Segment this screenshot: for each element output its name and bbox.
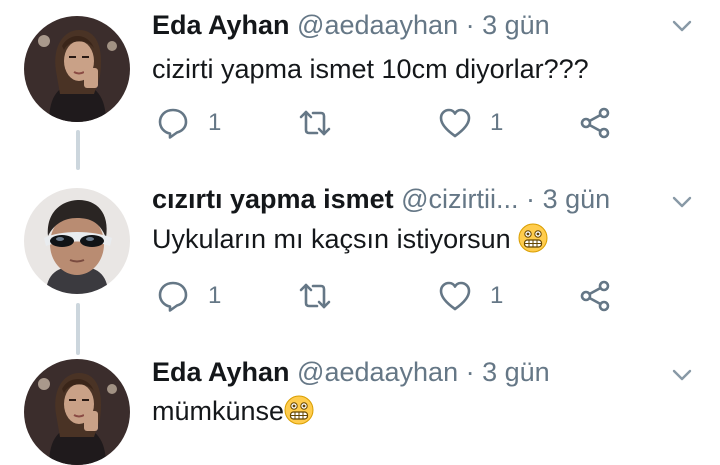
user-handle[interactable]: @aedaayhan	[297, 357, 458, 387]
user-handle[interactable]: @aedaayhan	[297, 10, 458, 40]
reply-icon	[156, 106, 190, 140]
tweet[interactable]: Eda Ayhan @aedaayhan · 3 gün cizirti yap…	[0, 0, 720, 170]
tweet-actions: 1 1	[152, 103, 672, 143]
retweet-icon	[298, 279, 332, 313]
tweet-text-content: Uykuların mı kaçsın istiyorsun	[152, 224, 511, 254]
timestamp[interactable]: 3 gün	[482, 10, 550, 40]
share-icon	[578, 106, 612, 140]
tweet-text: mümkünse	[152, 394, 314, 428]
chevron-down-icon[interactable]	[670, 14, 694, 38]
retweet-button[interactable]	[298, 276, 332, 316]
reply-button[interactable]: 1	[156, 103, 221, 143]
display-name[interactable]: Eda Ayhan	[152, 357, 290, 387]
woman-selfie-avatar	[24, 359, 130, 465]
share-button[interactable]	[578, 103, 612, 143]
reply-count: 1	[208, 282, 222, 309]
separator-dot: ·	[526, 184, 536, 214]
avatar[interactable]	[24, 16, 130, 122]
user-handle[interactable]: @cizirtii...	[401, 184, 518, 214]
retweet-button[interactable]	[298, 103, 332, 143]
share-icon	[578, 279, 612, 313]
boy-sunglasses-avatar	[24, 188, 130, 294]
tweet[interactable]: Eda Ayhan @aedaayhan · 3 gün mümkünse	[0, 345, 720, 465]
like-icon	[438, 106, 472, 140]
tweet[interactable]: cızırtı yapma ismet @cizirtii... · 3 gün…	[0, 170, 720, 345]
tweet-text-content: mümkünse	[152, 396, 285, 426]
like-icon	[438, 279, 472, 313]
chevron-down-icon[interactable]	[670, 363, 694, 387]
chevron-down-icon[interactable]	[670, 190, 694, 214]
timestamp[interactable]: 3 gün	[543, 184, 611, 214]
tweet-text: Uykuların mı kaçsın istiyorsun	[152, 222, 548, 256]
reply-button[interactable]: 1	[156, 276, 221, 316]
tweet-text: cizirti yapma ismet 10cm diyorlar???	[152, 54, 589, 84]
tweet-actions: 1 1	[152, 276, 672, 316]
like-count: 1	[490, 109, 504, 136]
like-button[interactable]: 1	[438, 103, 503, 143]
like-button[interactable]: 1	[438, 276, 503, 316]
tweet-header: Eda Ayhan @aedaayhan · 3 gün	[152, 8, 660, 42]
separator-dot: ·	[465, 357, 475, 387]
reply-count: 1	[208, 109, 222, 136]
timestamp[interactable]: 3 gün	[482, 357, 550, 387]
display-name[interactable]: cızırtı yapma ismet	[152, 184, 394, 214]
grimacing-face-emoji	[518, 223, 548, 253]
woman-selfie-avatar	[24, 16, 130, 122]
like-count: 1	[490, 282, 504, 309]
retweet-icon	[298, 106, 332, 140]
separator-dot: ·	[465, 10, 475, 40]
avatar[interactable]	[24, 188, 130, 294]
display-name[interactable]: Eda Ayhan	[152, 10, 290, 40]
share-button[interactable]	[578, 276, 612, 316]
tweet-header: Eda Ayhan @aedaayhan · 3 gün	[152, 355, 660, 389]
grimacing-face-emoji	[284, 395, 314, 425]
avatar[interactable]	[24, 359, 130, 465]
tweet-header: cızırtı yapma ismet @cizirtii... · 3 gün	[152, 182, 660, 216]
reply-icon	[156, 279, 190, 313]
